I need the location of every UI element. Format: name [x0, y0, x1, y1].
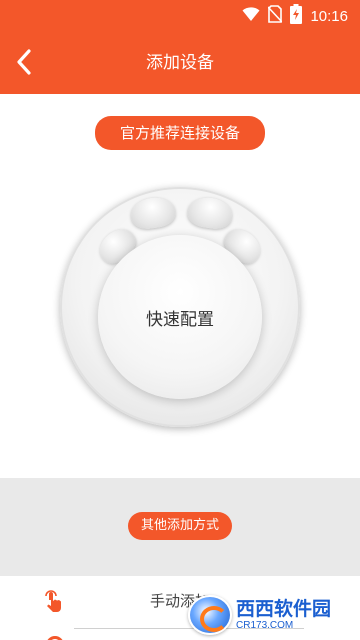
other-methods-button[interactable]: 其他添加方式 — [128, 512, 232, 540]
recommended-devices-button[interactable]: 官方推荐连接设备 — [95, 116, 265, 150]
status-bar: 10:16 — [0, 0, 360, 32]
status-icons: 10:16 — [242, 4, 348, 28]
paw-toe — [129, 195, 177, 231]
app-bar: 添加设备 — [0, 32, 360, 94]
paw-toe — [186, 195, 234, 231]
watermark-logo-icon — [188, 595, 232, 635]
battery-charging-icon — [290, 4, 303, 28]
watermark: 西西软件园 CR173.COM — [188, 592, 356, 638]
paw-dial: 快速配置 — [60, 187, 300, 427]
watermark-text: 西西软件园 CR173.COM — [236, 597, 332, 631]
watermark-sub-text: CR173.COM — [236, 619, 294, 631]
quick-config-button[interactable]: 快速配置 — [98, 235, 262, 399]
wifi-icon — [242, 6, 260, 26]
ring-icon — [46, 636, 64, 640]
status-time: 10:16 — [310, 7, 348, 25]
watermark-main-text: 西西软件园 — [236, 597, 332, 620]
other-methods-section: 其他添加方式 — [0, 478, 360, 576]
page-title: 添加设备 — [146, 53, 214, 73]
no-sim-icon — [267, 5, 284, 27]
main-content: 官方推荐连接设备 快速配置 — [0, 94, 360, 478]
quick-config-label: 快速配置 — [146, 309, 214, 330]
